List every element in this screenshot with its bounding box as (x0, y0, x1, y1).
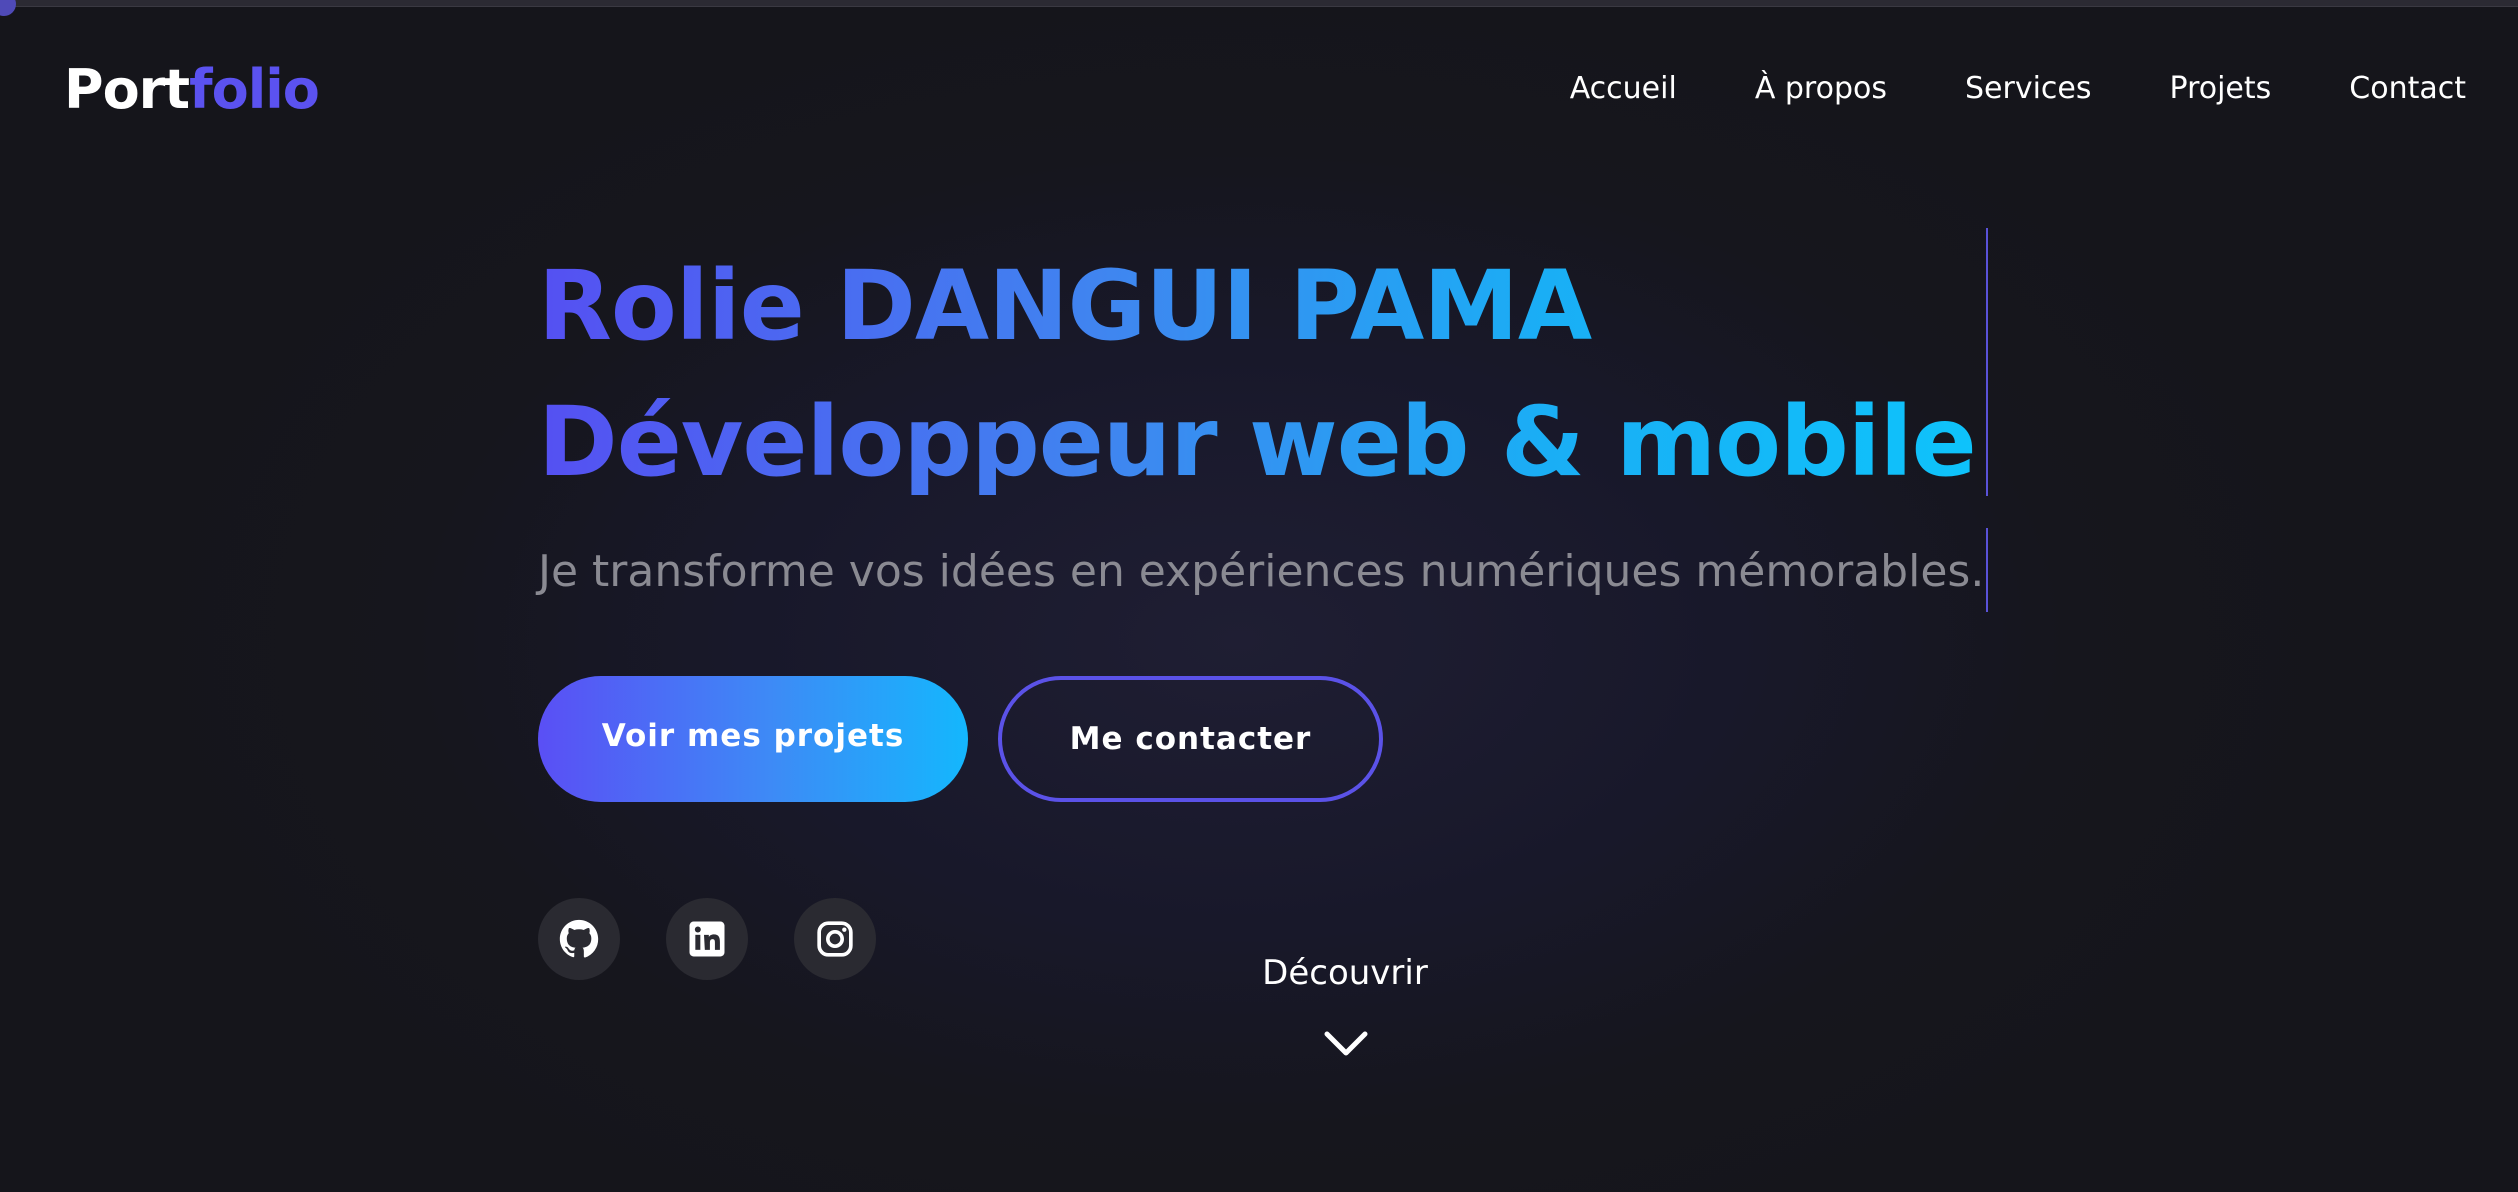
linkedin-link[interactable] (666, 898, 748, 980)
hero-tagline: Je transforme vos idées en expériences n… (538, 546, 1985, 597)
linkedin-icon (689, 921, 725, 957)
hero-role: Développeur web & mobile (538, 386, 1976, 498)
browser-top-border (0, 0, 2518, 7)
view-projects-button[interactable]: Voir mes projets (538, 676, 968, 802)
hero-title: Rolie DANGUI PAMA Développeur web & mobi… (538, 238, 1976, 510)
logo-part-folio: folio (189, 58, 320, 121)
logo[interactable]: Portfolio (64, 58, 320, 122)
discover-label[interactable]: Découvrir (1200, 948, 1490, 998)
logo-part-port: Port (64, 58, 190, 121)
nav-item-accueil[interactable]: Accueil (1570, 64, 1677, 114)
nav-item-services[interactable]: Services (1965, 64, 2092, 114)
nav-item-contact[interactable]: Contact (2349, 64, 2466, 114)
instagram-icon (817, 921, 853, 957)
chevron-down-icon[interactable] (1323, 1028, 1369, 1058)
nav-item-a-propos[interactable]: À propos (1755, 64, 1887, 114)
typing-caret-secondary (1986, 528, 1988, 612)
github-link[interactable] (538, 898, 620, 980)
instagram-link[interactable] (794, 898, 876, 980)
contact-me-button[interactable]: Me contacter (998, 676, 1383, 802)
github-icon (559, 919, 599, 958)
nav-item-projets[interactable]: Projets (2170, 64, 2272, 114)
hero-name: Rolie DANGUI PAMA (538, 250, 1592, 362)
portfolio-page: Portfolio Accueil À propos Services Proj… (0, 0, 2518, 1192)
main-nav: Accueil À propos Services Projets Contac… (1492, 64, 2466, 114)
typing-caret (1986, 228, 1988, 496)
corner-indicator (0, 0, 16, 16)
